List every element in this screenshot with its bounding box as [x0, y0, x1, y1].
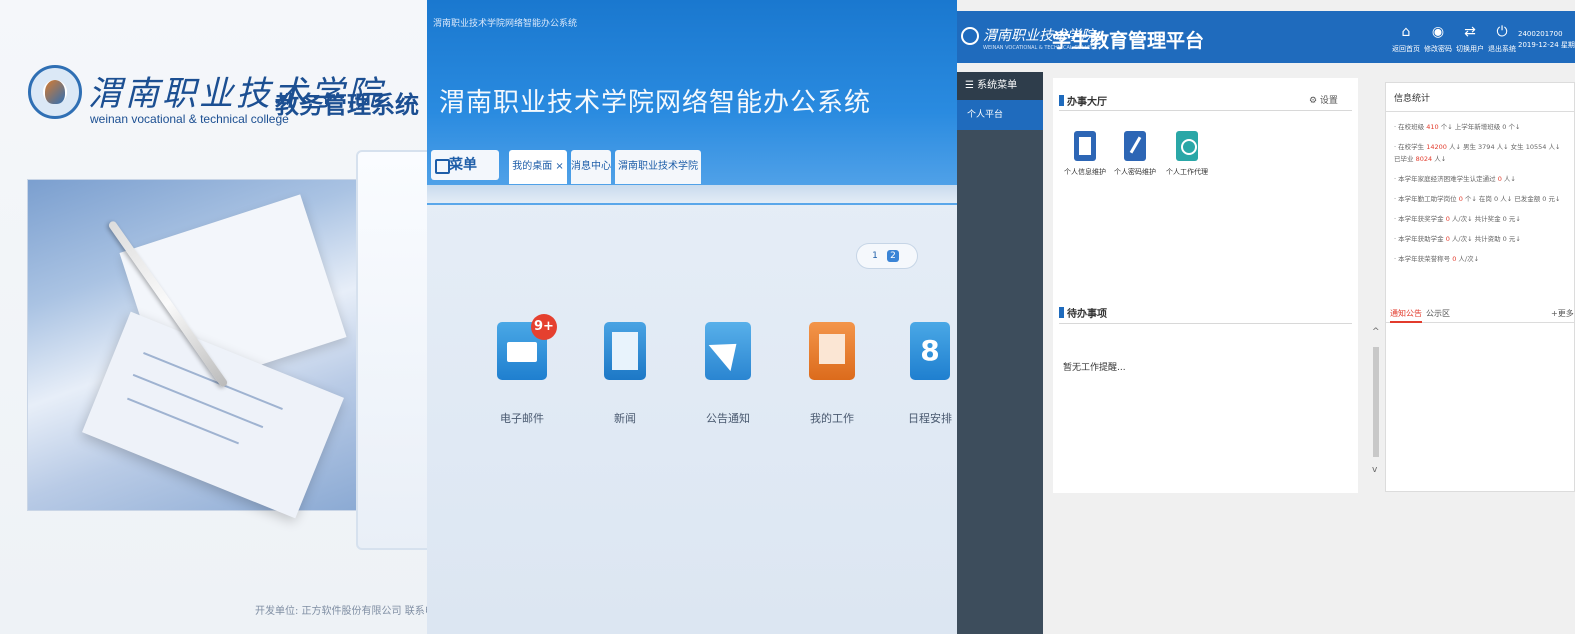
tab-notices[interactable]: 通知公告	[1390, 308, 1422, 323]
app-label: 电子邮件	[500, 412, 544, 425]
megaphone-icon	[705, 322, 751, 380]
main-panel: 办事大厅 ⚙ 设置 个人信息维护 个人密码维护 个人工作代理 待办事项 暂无工作…	[1053, 78, 1358, 493]
app-schedule[interactable]: 8 日程安排	[897, 322, 957, 426]
login-box	[356, 150, 427, 550]
tab-public[interactable]: 公示区	[1426, 308, 1450, 319]
app-work[interactable]: 我的工作	[799, 322, 865, 426]
sidebar-item-personal[interactable]: 个人平台	[957, 100, 1043, 130]
app-notice[interactable]: 公告通知	[695, 322, 761, 426]
pen-icon	[1124, 131, 1146, 161]
power-icon: ⏻	[1496, 24, 1508, 40]
top-title: 渭南职业技术学院网络智能办公系统	[433, 19, 578, 29]
logout-button[interactable]: ⏻ 退出系统	[1487, 24, 1517, 54]
app-email[interactable]: 9+ 电子邮件	[489, 314, 557, 426]
tile-work-proxy[interactable]: 个人工作代理	[1161, 131, 1213, 177]
chevron-up-icon[interactable]: ^	[1372, 327, 1380, 337]
tab-desktop[interactable]: 我的桌面 ×	[509, 150, 567, 184]
key-icon: ◉	[1431, 24, 1445, 40]
school-logo-icon	[961, 27, 979, 45]
notice-tabs: 通知公告 公示区 +更多	[1386, 305, 1575, 323]
settings-button[interactable]: ⚙ 设置	[1309, 93, 1338, 106]
tab-messages[interactable]: 消息中心	[571, 150, 611, 184]
more-link[interactable]: +更多	[1551, 308, 1574, 319]
menu-button[interactable]: 菜单	[431, 150, 499, 180]
scrollbar[interactable]: ^ v	[1372, 327, 1380, 477]
app-label: 我的工作	[810, 412, 854, 425]
calendar-icon: 8	[910, 322, 950, 380]
chevron-down-icon[interactable]: v	[1372, 465, 1377, 475]
stat-line: · 本学年获奖学金 0 人/次↓ 共计奖金 0 元↓	[1394, 215, 1521, 223]
footer-text: 开发单位: 正方软件股份有限公司 联系电话	[255, 606, 427, 617]
stat-line: · 在校学生 14200 人↓ 男生 3794 人↓ 女生 10554 人↓	[1394, 143, 1561, 151]
office-system-panel: 渭南职业技术学院网络智能办公系统 渭南职业技术学院网络智能办公系统 菜单 我的桌…	[427, 0, 957, 634]
sidebar-header[interactable]: ☰ 系统菜单	[957, 72, 1043, 100]
app-label: 新闻	[614, 412, 636, 425]
hall-title: 办事大厅	[1059, 93, 1107, 108]
system-title: 教务管理系统	[275, 90, 419, 119]
app-label: 公告通知	[706, 412, 750, 425]
tile-password[interactable]: 个人密码维护	[1109, 131, 1161, 177]
document-icon	[1074, 131, 1096, 161]
app-news[interactable]: 新闻	[592, 322, 658, 426]
tile-personal-info[interactable]: 个人信息维护	[1059, 131, 1111, 177]
stat-line: · 本学年勤工助学岗位 0 个↓ 在岗 0 人↓ 已发金额 0 元↓	[1394, 195, 1561, 203]
switch-user-icon: ⇄	[1464, 24, 1476, 40]
screenshot-collage: 渭南职业技术学院 weinan vocational & technical c…	[0, 0, 1575, 634]
sidebar: ☰ 系统菜单 个人平台	[957, 72, 1043, 634]
academic-login-panel: 渭南职业技术学院 weinan vocational & technical c…	[0, 0, 427, 634]
info-title: 信息统计	[1394, 94, 1431, 104]
news-icon	[604, 322, 646, 380]
top-bar: 渭南职业技术学院 WEINAN VOCATIONAL & TECHNICAL C…	[957, 11, 1575, 63]
stat-line: · 本学年获助学金 0 人/次↓ 共计资助 0 元↓	[1394, 235, 1521, 243]
change-password-button[interactable]: ◉ 修改密码	[1423, 24, 1453, 54]
mail-icon: 9+	[497, 314, 557, 380]
page-title: 渭南职业技术学院网络智能办公系统	[439, 88, 872, 118]
stat-line: 已毕业 8024 人↓	[1394, 155, 1447, 163]
stat-line: · 在校班级 410 个↓ 上学年新增班级 0 个↓	[1394, 123, 1521, 131]
page-1[interactable]: 1	[869, 250, 881, 262]
current-date: 2019-12-24 星期二	[1518, 41, 1575, 49]
student-platform-panel: 渭南职业技术学院 WEINAN VOCATIONAL & TECHNICAL C…	[957, 0, 1575, 634]
tab-school[interactable]: 渭南职业技术学院	[615, 150, 701, 184]
power-circle-icon	[1176, 131, 1198, 161]
home-icon: ⌂	[1401, 24, 1411, 40]
stat-line: · 本学年获荣誉称号 0 人/次↓	[1394, 255, 1480, 263]
info-panel: 信息统计 · 在校班级 410 个↓ 上学年新增班级 0 个↓ · 在校学生 1…	[1385, 82, 1575, 492]
todo-empty: 暂无工作提醒...	[1063, 363, 1126, 373]
switch-user-button[interactable]: ⇄ 切换用户	[1455, 24, 1485, 54]
home-button[interactable]: ⌂ 返回首页	[1391, 24, 1421, 54]
page-title: 学生教育管理平台	[1052, 30, 1205, 52]
page-2[interactable]: 2	[887, 250, 899, 262]
banner-image	[28, 180, 368, 519]
user-info[interactable]: 2400201700 2019-12-24 星期二	[1518, 29, 1575, 51]
school-name-en: weinan vocational & technical college	[90, 112, 289, 126]
app-label: 日程安排	[908, 412, 952, 425]
stat-line: · 本学年家庭经济困难学生认定通过 0 人↓	[1394, 175, 1516, 183]
work-icon	[809, 322, 855, 380]
todo-title: 待办事项	[1059, 305, 1107, 320]
unread-badge: 9+	[531, 314, 557, 340]
user-id: 2400201700	[1518, 30, 1563, 38]
school-logo-icon	[28, 65, 82, 119]
pager[interactable]: 1 2	[857, 244, 917, 268]
